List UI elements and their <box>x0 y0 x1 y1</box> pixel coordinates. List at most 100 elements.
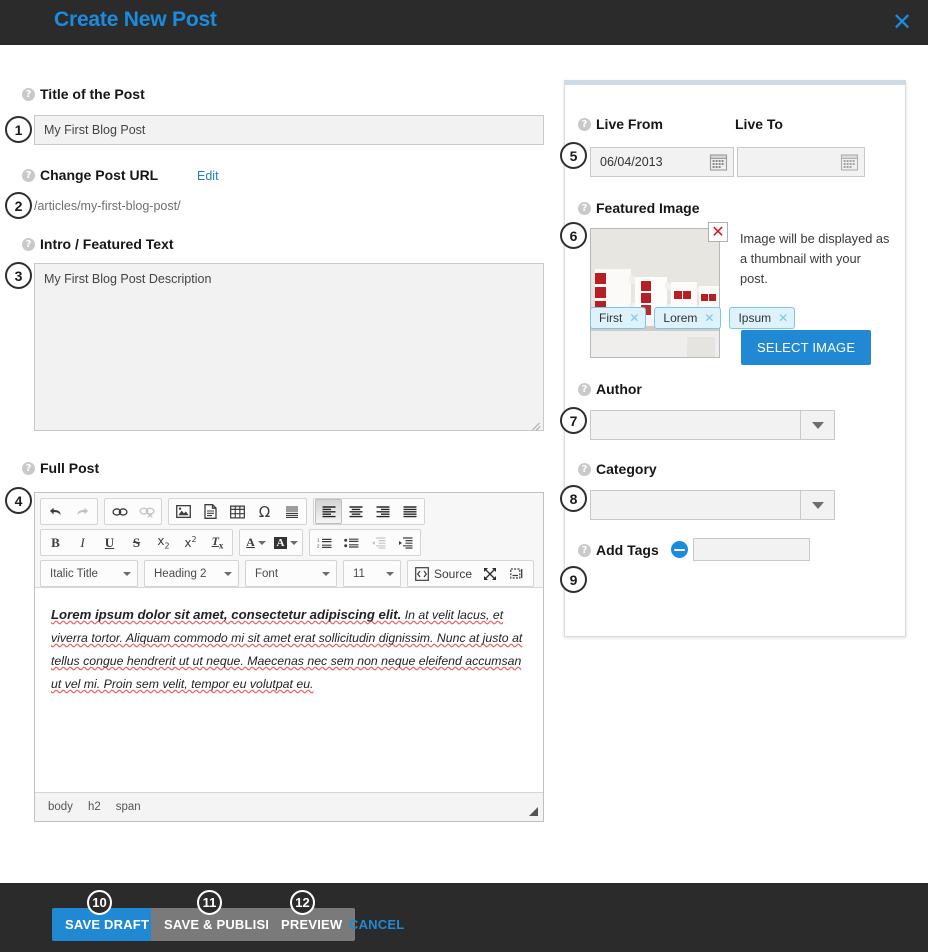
author-select-arrow[interactable] <box>800 411 834 439</box>
help-icon[interactable]: ? <box>578 118 591 131</box>
font-select[interactable]: Font <box>245 560 337 587</box>
editor-lead-text: Lorem ipsum dolor sit amet, consectetur … <box>51 607 401 622</box>
url-field-label: ?Change Post URL <box>22 167 158 183</box>
underline-icon[interactable]: U <box>96 530 123 555</box>
italic-icon[interactable]: I <box>69 530 96 555</box>
help-icon[interactable]: ? <box>578 463 591 476</box>
editor-resize-handle[interactable] <box>529 807 538 816</box>
close-icon[interactable]: ✕ <box>888 8 916 36</box>
font-size-select[interactable]: 11 <box>343 560 401 587</box>
featured-image-graphic <box>591 229 719 357</box>
source-button[interactable]: Source <box>411 567 476 581</box>
unlink-icon[interactable] <box>133 499 160 524</box>
minus-circle-icon[interactable] <box>671 541 688 558</box>
bulleted-list-icon[interactable] <box>338 530 365 555</box>
live-to-input[interactable] <box>737 147 865 177</box>
calendar-icon[interactable] <box>709 153 728 172</box>
align-center-icon[interactable] <box>342 499 369 524</box>
chevron-down-icon <box>812 502 824 509</box>
calendar-icon[interactable] <box>840 153 859 172</box>
editor-toolbar: Ω <box>35 493 543 588</box>
post-url-text: /articles/my-first-blog-post/ <box>34 199 181 213</box>
indent-icon[interactable] <box>392 530 419 555</box>
path-item-h2[interactable]: h2 <box>88 801 101 813</box>
featured-image-thumbnail[interactable] <box>590 228 720 358</box>
remove-featured-image-icon[interactable]: ✕ <box>708 222 728 242</box>
select-image-button[interactable]: SELECT IMAGE <box>741 330 871 365</box>
help-icon[interactable]: ? <box>22 238 35 251</box>
save-draft-button[interactable]: SAVE DRAFT <box>52 908 162 941</box>
step-marker-6: 6 <box>560 222 587 249</box>
live-from-input[interactable]: 06/04/2013 <box>590 147 734 177</box>
insert-group: Ω <box>168 498 307 525</box>
tag-chip[interactable]: First✕ <box>590 307 646 329</box>
add-tags-label: ?Add Tags <box>578 542 659 558</box>
strikethrough-icon[interactable]: S <box>123 530 150 555</box>
live-to-label: Live To <box>735 116 783 132</box>
category-select[interactable] <box>590 490 835 520</box>
step-marker-7: 7 <box>560 407 587 434</box>
toolbar-row-2: B I U S x2 x2 Tx A A 1 <box>40 528 540 557</box>
styles-select[interactable]: Italic Title <box>40 560 138 587</box>
remove-format-icon[interactable]: Tx <box>204 530 231 555</box>
tag-close-icon[interactable]: ✕ <box>629 311 639 325</box>
step-marker-10: 10 <box>87 890 112 915</box>
numbered-list-icon[interactable]: 1 2 <box>311 530 338 555</box>
align-left-icon[interactable] <box>315 499 342 524</box>
category-select-arrow[interactable] <box>800 491 834 519</box>
author-select[interactable] <box>590 410 835 440</box>
background-color-icon[interactable]: A <box>271 530 301 555</box>
source-label: Source <box>434 567 472 581</box>
subscript-icon[interactable]: x2 <box>150 530 177 555</box>
undo-icon[interactable] <box>42 499 69 524</box>
help-icon[interactable]: ? <box>22 88 35 101</box>
image-icon[interactable] <box>170 499 197 524</box>
chevron-down-icon <box>322 572 330 576</box>
format-select[interactable]: Heading 2 <box>144 560 239 587</box>
align-right-icon[interactable] <box>369 499 396 524</box>
preview-button[interactable]: PREVIEW <box>268 908 355 941</box>
help-icon[interactable]: ? <box>22 169 35 182</box>
editor-content-area[interactable]: Lorem ipsum dolor sit amet, consectetur … <box>35 589 543 791</box>
document-icon[interactable] <box>197 499 224 524</box>
table-icon[interactable] <box>224 499 251 524</box>
tag-label: Lorem <box>663 311 697 325</box>
tag-input[interactable] <box>693 538 810 561</box>
tag-close-icon[interactable]: ✕ <box>704 311 714 325</box>
bold-icon[interactable]: B <box>42 530 69 555</box>
edit-url-link[interactable]: Edit <box>197 169 219 183</box>
styles-select-value: Italic Title <box>50 568 98 580</box>
intro-textarea[interactable] <box>34 263 544 431</box>
help-icon[interactable]: ? <box>22 462 35 475</box>
title-input[interactable] <box>34 115 544 145</box>
tag-chip[interactable]: Lorem ✕ <box>654 307 721 329</box>
toolbar-row-3: Italic Title Heading 2 Font 11 Source <box>40 559 540 588</box>
help-icon[interactable]: ? <box>578 202 591 215</box>
tag-chip[interactable]: Ipsum✕ <box>729 307 795 329</box>
cancel-link[interactable]: CANCEL <box>349 917 404 932</box>
format-select-value: Heading 2 <box>154 568 206 580</box>
toolbar-row-1: Ω <box>40 497 540 526</box>
show-blocks-icon[interactable] <box>503 561 530 586</box>
path-item-span[interactable]: span <box>116 801 141 813</box>
help-icon[interactable]: ? <box>578 544 591 557</box>
link-icon[interactable] <box>106 499 133 524</box>
outdent-icon[interactable] <box>365 530 392 555</box>
text-color-icon[interactable]: A <box>241 530 271 555</box>
list-indent-group: 1 2 <box>309 529 421 556</box>
redo-icon[interactable] <box>69 499 96 524</box>
path-item-body[interactable]: body <box>48 801 73 813</box>
special-character-icon[interactable]: Ω <box>251 499 278 524</box>
featured-image-note: Image will be displayed as a thumbnail w… <box>740 229 890 289</box>
horizontal-rule-icon[interactable] <box>278 499 305 524</box>
help-icon[interactable]: ? <box>578 383 591 396</box>
chevron-down-icon <box>812 422 824 429</box>
maximize-icon[interactable] <box>476 561 503 586</box>
live-from-label: ?Live From <box>578 116 663 132</box>
intro-field-label: ?Intro / Featured Text <box>22 236 174 252</box>
align-justify-icon[interactable] <box>396 499 423 524</box>
tag-close-icon[interactable]: ✕ <box>778 311 788 325</box>
chevron-down-icon <box>224 572 232 576</box>
font-size-select-value: 11 <box>353 568 365 580</box>
superscript-icon[interactable]: x2 <box>177 530 204 555</box>
